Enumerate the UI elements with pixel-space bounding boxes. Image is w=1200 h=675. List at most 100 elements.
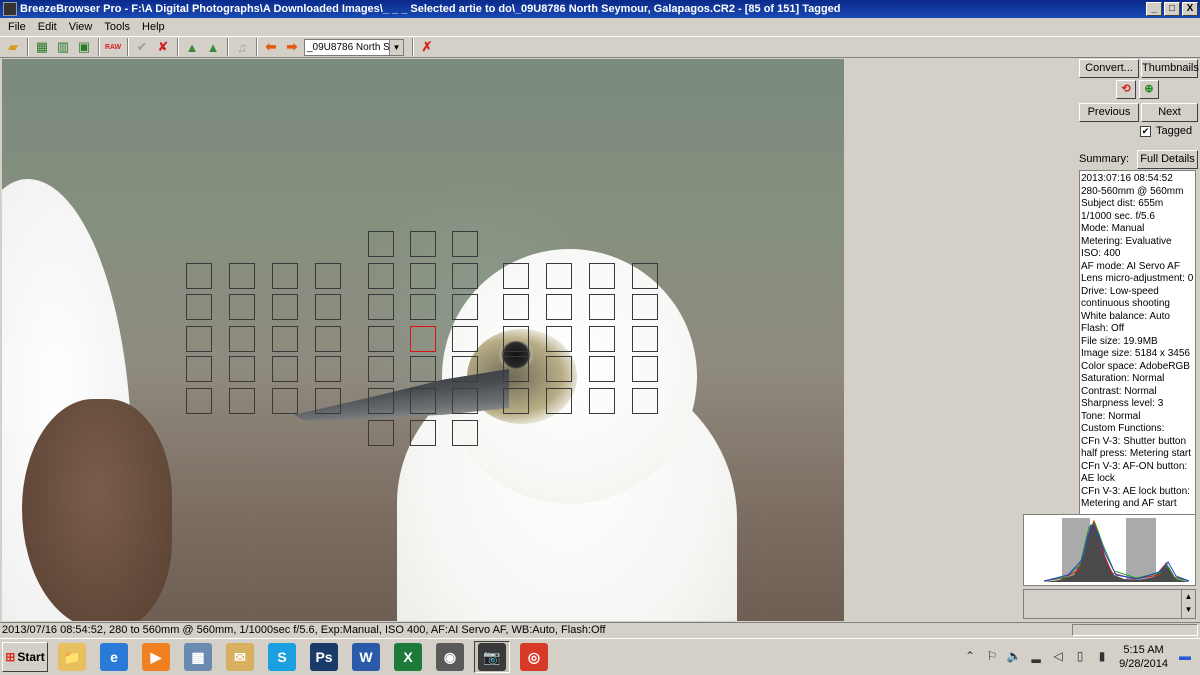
notification-icon[interactable]: ▬ [1177,649,1193,665]
menu-help[interactable]: Help [136,21,171,33]
af-point [452,326,478,352]
af-point [452,356,478,382]
mail-icon[interactable]: ✉ [222,641,258,673]
af-point [589,326,615,352]
af-point [410,388,436,414]
status-text: 2013/07/16 08:54:52, 280 to 560mm @ 560m… [2,624,606,636]
minimize-button[interactable]: _ [1146,2,1162,16]
raw-convert-icon[interactable]: RAW [104,38,122,56]
image-viewer[interactable] [2,59,844,621]
device-icon[interactable]: ▯ [1072,649,1088,665]
scroll-arrows-icon[interactable]: ▲ ▼ [1181,590,1195,618]
convert-button[interactable]: Convert... [1079,59,1139,78]
full-details-button[interactable]: Full Details [1137,150,1198,169]
exif-line: Image size: 5184 x 3456 [1081,348,1190,359]
tagged-checkbox[interactable]: ✔ Tagged [1140,125,1192,137]
previous-button[interactable]: Previous [1079,103,1139,122]
thumbnail-view-icon[interactable]: ▥ [54,38,72,56]
thumbnails-button[interactable]: Thumbnails [1141,59,1199,78]
start-button[interactable]: ⊞ Start [2,642,48,672]
calculator-glyph: ▦ [184,643,212,671]
af-point [410,420,436,446]
af-point [315,294,341,320]
af-point [503,388,529,414]
close-button[interactable]: X [1182,2,1198,16]
show-hidden-icon[interactable]: ⌃ [962,649,978,665]
add-icon[interactable]: ⊕ [1139,80,1159,99]
af-point [546,294,572,320]
maximize-button[interactable]: □ [1164,2,1180,16]
menu-view[interactable]: View [63,21,99,33]
next-button[interactable]: Next [1141,103,1198,122]
previous-arrow-icon[interactable]: ⬅ [262,38,280,56]
excel-icon[interactable]: X [390,641,426,673]
summary-label: Summary: [1079,153,1130,165]
af-point [546,388,572,414]
skype-icon[interactable]: S [264,641,300,673]
internet-explorer-icon[interactable]: e [96,641,132,673]
af-point [632,263,658,289]
grid-view-icon[interactable]: ▦ [33,38,51,56]
af-point [503,326,529,352]
checkbox-check-icon[interactable]: ✔ [1140,125,1151,137]
chevron-down-icon[interactable]: ▼ [389,39,403,55]
af-point [503,356,529,382]
empty-panel: ▲ ▼ [1023,589,1196,619]
reject-icon[interactable]: ⟲ [1116,80,1136,99]
calculator-icon[interactable]: ▦ [180,641,216,673]
open-folder-icon[interactable]: ▰ [4,38,22,56]
exif-line: continuous shooting [1081,298,1170,309]
system-tray: ⌃ ⚐ 🔈 ▂ ◁ ▯ ▮ 5:15 AM 9/28/2014 ▬ [959,641,1196,673]
signal-icon[interactable]: ▂ [1028,649,1044,665]
af-point [229,326,255,352]
internet-explorer-glyph: e [100,643,128,671]
exif-info-box[interactable]: 2013:07:16 08:54:52 280-560mm @ 560mm Subj… [1079,170,1196,570]
exif-line: Mode: Manual [1081,223,1145,234]
exif-line: 280-560mm @ 560mm [1081,185,1184,197]
camera-utility-icon[interactable]: ◉ [432,641,468,673]
af-point [272,326,298,352]
clock[interactable]: 5:15 AM 9/28/2014 [1119,643,1168,671]
af-point [452,294,478,320]
delete-icon[interactable]: ✗ [418,38,436,56]
folder-icon[interactable]: 📁 [54,641,90,673]
af-point [368,263,394,289]
side-panel: Convert... Thumbnails ⟲ ⊕ Previous Next … [845,59,1200,621]
af-point [589,294,615,320]
af-point [546,326,572,352]
af-point [452,231,478,257]
tag-check-icon[interactable]: ✔ [133,38,151,56]
skype-glyph: S [268,643,296,671]
chrome-icon[interactable]: ◎ [516,641,552,673]
photoshop-icon[interactable]: Ps [306,641,342,673]
af-point [368,356,394,382]
clock-date: 9/28/2014 [1119,658,1168,670]
audio-note-icon[interactable]: ♫ [233,38,251,56]
camera-icon[interactable]: 📷 [474,641,510,673]
untag-icon[interactable]: ✘ [154,38,172,56]
menu-tools[interactable]: Tools [98,21,136,33]
title-bar: BreezeBrowser Pro - F:\A Digital Photogr… [0,0,1200,18]
volume-icon[interactable]: 🔈 [1006,649,1022,665]
media-player-icon[interactable]: ▶ [138,641,174,673]
speaker-icon[interactable]: ◁ [1050,649,1066,665]
histogram [1023,514,1196,586]
power-icon[interactable]: ▮ [1094,649,1110,665]
toolbar-separator [412,38,414,56]
edit-image-icon[interactable]: ▲ [183,38,201,56]
menu-file[interactable]: File [2,21,32,33]
next-arrow-icon[interactable]: ➡ [283,38,301,56]
exif-line: CFn V-3: AE lock button: [1081,485,1190,497]
exif-line: Sharpness level: 3 [1081,398,1164,409]
word-icon[interactable]: W [348,641,384,673]
histogram-graph [1043,518,1190,582]
image-view-icon[interactable]: ▣ [75,38,93,56]
file-select[interactable]: _09U8786 North S ▼ [304,38,404,56]
menu-edit[interactable]: Edit [32,21,63,33]
network-icon[interactable]: ⚐ [984,649,1000,665]
exif-line: Saturation: Normal [1081,373,1165,384]
rotate-image-icon[interactable]: ▲ [204,38,222,56]
tagged-label: Tagged [1156,125,1193,137]
toolbar-separator [177,38,179,56]
toolbar-separator [256,38,258,56]
